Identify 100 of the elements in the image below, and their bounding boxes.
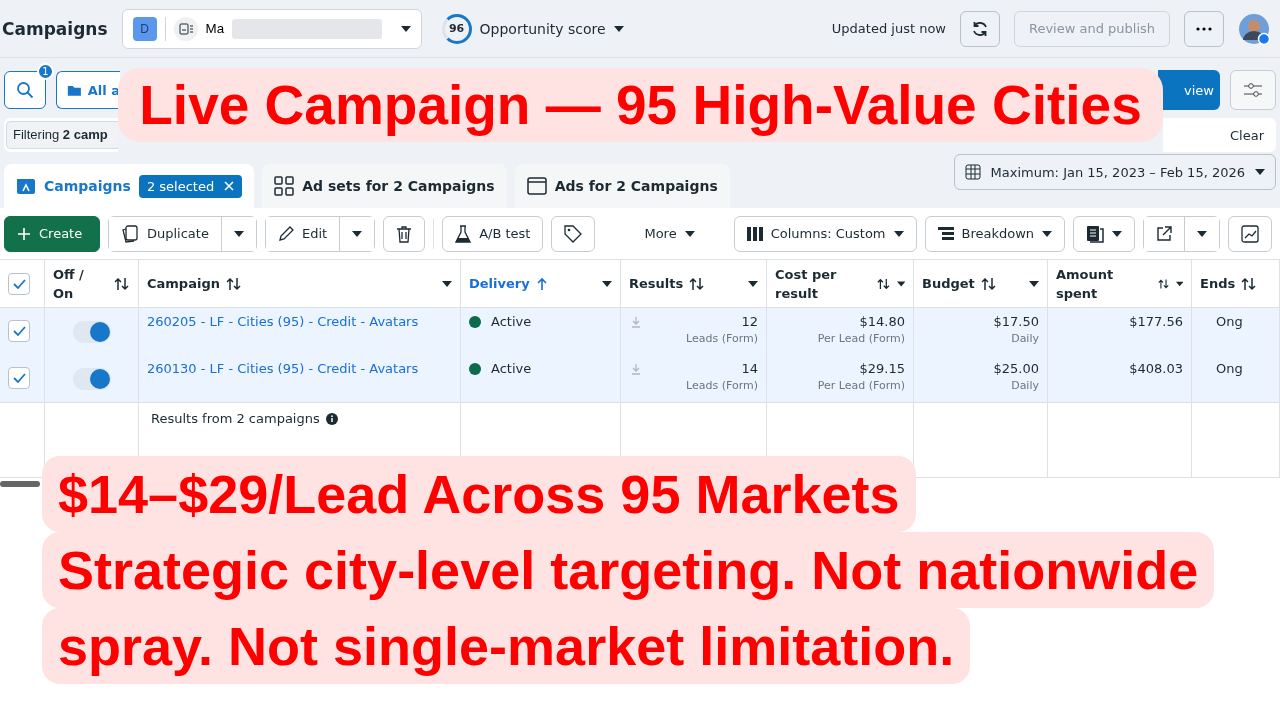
account-name: Ma [205,21,225,36]
results-value: 14 [741,361,758,376]
calendar-icon [964,164,981,180]
on-off-toggle[interactable] [72,320,111,343]
refresh-button[interactable] [960,10,1000,47]
caret-icon [1197,230,1208,237]
delivery-status: Active [491,314,532,329]
update-status: Updated just now [831,21,946,36]
tag-button[interactable] [551,215,596,252]
column-menu-caret-icon[interactable] [1175,280,1183,287]
caret-icon [1042,230,1053,237]
window-icon [526,176,547,196]
download-icon [631,363,641,375]
results-summary: Results from 2 campaigns [151,411,320,426]
tab[interactable]: Ads for 2 Campaigns [514,164,730,208]
close-icon[interactable] [224,181,235,191]
more-icon [1196,26,1212,31]
ab-test-button[interactable]: A/B test [442,215,544,252]
column-header[interactable]: Delivery [469,274,530,293]
tag-icon [564,224,583,243]
scrollbar-thumb[interactable] [0,481,40,487]
budget-value: $25.00 [993,361,1039,376]
caption-text: spray. Not single-market limitation. [42,608,971,684]
cost-type: Per Lead (Form) [817,379,905,392]
dropdown-button[interactable] [1184,216,1220,251]
column-header[interactable]: Results [629,274,684,293]
info-icon [325,412,338,425]
download-icon [631,316,641,328]
column-header[interactable]: Campaign [147,274,220,293]
grid-icon [274,176,295,196]
duplicate-icon [121,224,139,243]
opportunity-score-button[interactable]: 96 Opportunity score [435,12,630,45]
on-off-toggle[interactable] [72,367,111,390]
clear-button[interactable]: Clear [1224,126,1270,144]
results-value: 12 [741,314,758,329]
cost-value: $14.80 [859,314,905,329]
trash-icon [396,224,413,243]
count-badge: 1 [37,63,54,80]
column-header[interactable]: Cost per result [775,264,865,303]
columns-button[interactable]: Columns: Custom [733,215,917,252]
flask-icon [455,224,472,243]
export-icon [1156,225,1173,242]
account-initial: D [132,16,157,41]
row-checkbox[interactable] [8,320,30,342]
breakdown-button[interactable]: Breakdown [924,215,1066,252]
delivery-status: Active [491,361,532,376]
end-date: Ong [1216,314,1243,329]
date-range-button[interactable]: Maximum: Jan 15, 2023 – Feb 15, 2026 [953,154,1276,190]
budget-type: Daily [1011,332,1039,345]
caret-icon [1255,169,1265,175]
budget-type: Daily [1011,379,1039,392]
score-ring: 96 [441,13,472,44]
caret-icon [400,25,411,32]
column-menu-caret-icon[interactable] [748,280,758,287]
cost-value: $29.15 [859,361,905,376]
end-date: Ong [1216,361,1243,376]
page-title: Campaigns [2,17,108,41]
cost-type: Per Lead (Form) [817,332,905,345]
avatar[interactable] [1238,12,1270,45]
chart-button[interactable] [1228,215,1273,252]
column-header[interactable]: Off / On [53,264,91,303]
columns-icon [746,226,763,241]
column-menu-caret-icon[interactable] [896,280,905,287]
column-header[interactable]: Budget [922,274,975,293]
create-button[interactable]: Create [4,215,100,252]
amount-spent: $408.03 [1129,361,1183,376]
refresh-icon [971,19,989,38]
dropdown-button[interactable] [339,216,375,251]
dropdown-button[interactable] [220,216,256,251]
search-icon [16,81,34,99]
results-type: Leads (Form) [686,379,758,392]
sliders-icon [1243,83,1263,97]
pencil-icon [277,225,294,242]
column-header[interactable]: Amount spent [1056,264,1146,303]
caret-icon [684,230,695,237]
selection-count: 2 selected [146,178,215,194]
tab[interactable]: Campaigns 2 selected [4,164,255,208]
caption-banner: Live Campaign — 95 High-Value Cities [118,68,1163,142]
tab[interactable]: Ad sets for 2 Campaigns [262,164,507,208]
delete-button[interactable] [383,215,426,252]
column-header[interactable]: Ends [1200,274,1236,293]
caption-text: Strategic city-level targeting. Not nationwide [42,532,1215,608]
caret-icon [352,230,363,237]
row-checkbox[interactable] [8,367,30,389]
reports-icon [1086,224,1105,243]
filter-field[interactable]: Clear [1163,118,1276,152]
create-view-button[interactable]: view [1158,70,1220,110]
column-menu-caret-icon[interactable] [602,280,612,287]
budget-value: $17.50 [993,314,1039,329]
breakdown-icon [937,226,954,241]
caption-headline: $14–$29/Lead Across 95 Markets [42,456,916,532]
column-menu-caret-icon[interactable] [442,280,452,287]
caret-icon [613,25,624,32]
column-menu-caret-icon[interactable] [1029,280,1039,287]
amount-spent: $177.56 [1129,314,1183,329]
reports-button[interactable] [1073,215,1136,252]
account-selector[interactable]: D Ma [121,8,422,49]
caret-icon [1112,230,1123,237]
folder-icon [16,176,36,196]
select-all-checkbox[interactable] [8,272,30,295]
